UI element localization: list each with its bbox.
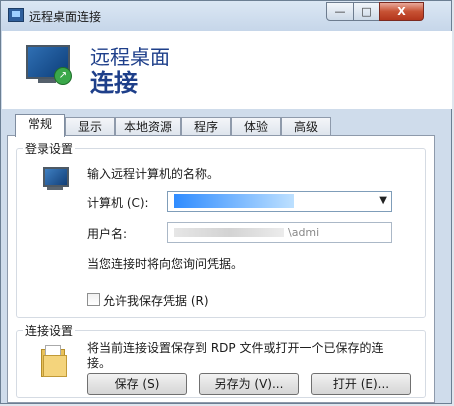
chevron-down-icon[interactable]: ▼ xyxy=(379,195,387,206)
computer-value xyxy=(174,194,294,208)
username-field[interactable]: \admi xyxy=(167,222,392,243)
username-redaction xyxy=(174,228,284,237)
tab-bar: 常规 显示 本地资源 程序 体验 高级 xyxy=(15,114,435,137)
login-settings-group: 登录设置 输入远程计算机的名称。 计算机 (C): ▼ 用户名: \admi 当… xyxy=(16,140,426,318)
computer-label: 计算机 (C): xyxy=(87,196,149,210)
tab-display[interactable]: 显示 xyxy=(65,117,115,136)
computer-name-prompt: 输入远程计算机的名称。 xyxy=(87,167,220,181)
save-as-button[interactable]: 另存为 (V)... xyxy=(199,373,299,395)
tab-programs[interactable]: 程序 xyxy=(181,117,231,136)
remote-desktop-monitor-icon: ↗ xyxy=(24,43,72,87)
remote-desktop-icon xyxy=(8,8,24,22)
dialog-header: ↗ 远程桌面 连接 xyxy=(2,31,452,109)
window-title: 远程桌面连接 xyxy=(29,10,102,24)
minimize-button[interactable]: — xyxy=(326,2,354,21)
computer-combobox[interactable]: ▼ xyxy=(167,191,392,212)
maximize-button[interactable]: □ xyxy=(353,2,380,21)
tab-local-resources[interactable]: 本地资源 xyxy=(115,117,181,136)
title-bar[interactable]: 远程桌面连接 — □ X xyxy=(1,1,451,31)
connection-settings-title: 连接设置 xyxy=(23,322,76,339)
credentials-note: 当您连接时将向您询问凭据。 xyxy=(87,257,244,271)
save-credentials-checkbox[interactable] xyxy=(87,293,100,306)
save-credentials-label[interactable]: 允许我保存凭据 (R) xyxy=(103,292,209,309)
connection-settings-description: 将当前连接设置保存到 RDP 文件或打开一个已保存的连接。 xyxy=(87,341,384,370)
tab-experience[interactable]: 体验 xyxy=(231,117,281,136)
remote-desktop-window: 远程桌面连接 — □ X ↗ 远程桌面 连接 常规 显示 本地资源 程序 体验 … xyxy=(0,0,452,404)
tab-general[interactable]: 常规 xyxy=(15,114,65,137)
connection-settings-group: 连接设置 将当前连接设置保存到 RDP 文件或打开一个已保存的连接。 保存 (S… xyxy=(16,322,426,398)
username-value: \admi xyxy=(288,226,320,239)
tab-advanced[interactable]: 高级 xyxy=(281,117,331,136)
login-settings-title: 登录设置 xyxy=(23,140,76,157)
close-button[interactable]: X xyxy=(379,2,424,21)
header-title-line2: 连接 xyxy=(90,69,138,97)
username-label: 用户名: xyxy=(87,227,128,241)
tab-panel-general: 登录设置 输入远程计算机的名称。 计算机 (C): ▼ 用户名: \admi 当… xyxy=(7,135,435,403)
computer-icon xyxy=(41,167,71,195)
save-button[interactable]: 保存 (S) xyxy=(87,373,187,395)
open-button[interactable]: 打开 (E)... xyxy=(311,373,411,395)
folder-icon xyxy=(41,345,67,377)
